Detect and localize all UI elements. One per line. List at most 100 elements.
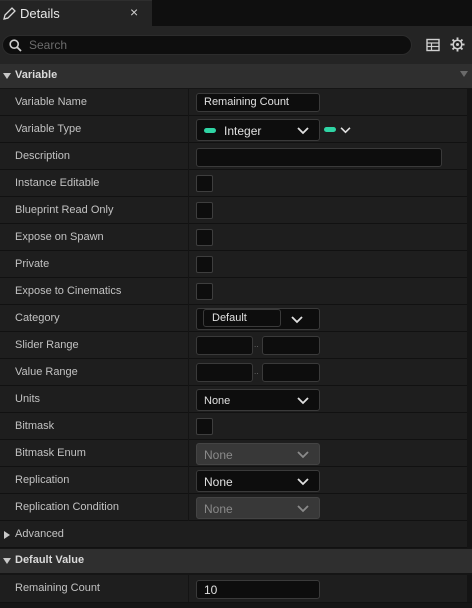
bitmask-enum-value: None — [204, 448, 233, 462]
private-checkbox[interactable] — [196, 256, 213, 273]
variable-name-label: Variable Name — [15, 96, 87, 108]
scroll-gutter — [467, 170, 472, 197]
row-replication-condition: Replication Condition None — [0, 494, 472, 521]
category-label: Category — [15, 312, 60, 324]
slider-range-max-input[interactable] — [262, 336, 320, 355]
blueprint-read-only-checkbox[interactable] — [196, 202, 213, 219]
gear-icon[interactable] — [450, 37, 465, 52]
collapse-arrow-icon — [3, 73, 11, 79]
column-divider — [188, 197, 189, 224]
column-divider — [188, 440, 189, 467]
expose-on-spawn-checkbox[interactable] — [196, 229, 213, 246]
expand-arrow-icon — [4, 531, 10, 539]
chevron-down-icon — [297, 505, 309, 513]
scroll-gutter — [467, 305, 472, 332]
tab-bar: Details × — [0, 0, 472, 26]
container-type-pill-icon[interactable] — [324, 127, 336, 132]
units-label: Units — [15, 393, 41, 405]
scroll-gutter — [467, 332, 472, 359]
type-pill-icon — [204, 128, 216, 133]
description-input[interactable] — [196, 148, 442, 167]
slider-range-min-input[interactable] — [196, 336, 253, 355]
replication-label: Replication — [15, 474, 70, 486]
row-private: Private — [0, 251, 472, 278]
scroll-gutter — [467, 440, 472, 467]
expose-to-cinematics-label: Expose to Cinematics — [15, 285, 122, 297]
blueprint-read-only-label: Blueprint Read Only — [15, 204, 114, 216]
chevron-down-icon — [291, 316, 303, 324]
value-range-min-input[interactable] — [196, 363, 253, 382]
bitmask-enum-label: Bitmask Enum — [15, 447, 86, 459]
units-dropdown[interactable]: None — [196, 389, 320, 411]
row-category: Category Default — [0, 305, 472, 332]
row-slider-range: Slider Range .. — [0, 332, 472, 359]
advanced-label: Advanced — [15, 528, 64, 540]
scroll-gutter — [467, 278, 472, 305]
value-range-max-input[interactable] — [262, 363, 320, 382]
expose-to-cinematics-checkbox[interactable] — [196, 283, 213, 300]
row-value-range: Value Range .. — [0, 359, 472, 386]
row-variable-type: Variable Type Integer — [0, 116, 472, 143]
section-default-value-label: Default Value — [15, 554, 85, 566]
replication-dropdown[interactable]: None — [196, 470, 320, 492]
bitmask-checkbox[interactable] — [196, 418, 213, 435]
scroll-gutter — [467, 575, 472, 602]
scroll-gutter — [467, 494, 472, 521]
column-divider — [188, 413, 189, 440]
value-range-separator: .. — [254, 367, 259, 376]
scroll-gutter — [467, 116, 472, 143]
remaining-count-label: Remaining Count — [15, 582, 100, 594]
table-icon[interactable] — [426, 38, 440, 52]
scroll-gutter — [467, 251, 472, 278]
slider-range-separator: .. — [254, 340, 259, 349]
replication-condition-label: Replication Condition — [15, 501, 119, 513]
scroll-gutter — [467, 89, 472, 116]
tab-details[interactable]: Details × — [0, 0, 152, 26]
replication-value: None — [204, 475, 233, 489]
collapse-arrow-icon — [460, 71, 468, 77]
advanced-expander[interactable]: Advanced — [0, 521, 472, 548]
row-replication: Replication None — [0, 467, 472, 494]
section-variable-label: Variable — [15, 69, 58, 81]
variable-type-label: Variable Type — [15, 123, 82, 135]
row-bitmask-enum: Bitmask Enum None — [0, 440, 472, 467]
instance-editable-checkbox[interactable] — [196, 175, 213, 192]
row-units: Units None — [0, 386, 472, 413]
units-value: None — [204, 395, 231, 407]
column-divider — [188, 386, 189, 413]
slider-range-label: Slider Range — [15, 339, 79, 351]
chevron-down-icon[interactable] — [340, 126, 351, 134]
column-divider — [188, 305, 189, 332]
variable-name-input[interactable]: Remaining Count — [196, 93, 320, 112]
column-divider — [188, 359, 189, 386]
row-description: Description — [0, 143, 472, 170]
remaining-count-input[interactable]: 10 — [196, 580, 320, 599]
replication-condition-dropdown[interactable]: None — [196, 497, 320, 519]
column-divider — [188, 575, 189, 602]
private-label: Private — [15, 258, 50, 270]
bitmask-enum-dropdown[interactable]: None — [196, 443, 320, 465]
search-input[interactable] — [29, 37, 399, 53]
chevron-down-icon — [297, 397, 309, 405]
column-divider — [188, 251, 189, 278]
column-divider — [188, 332, 189, 359]
chevron-down-icon — [297, 451, 309, 459]
category-dropdown[interactable]: Default — [196, 308, 320, 330]
expose-on-spawn-label: Expose on Spawn — [15, 231, 104, 243]
column-divider — [188, 89, 189, 116]
scroll-gutter — [467, 413, 472, 440]
close-icon[interactable]: × — [130, 5, 138, 19]
column-divider — [188, 143, 189, 170]
column-divider — [188, 116, 189, 143]
section-variable[interactable]: Variable — [0, 64, 472, 88]
search-field[interactable] — [2, 35, 412, 55]
variable-type-dropdown[interactable]: Integer — [196, 119, 320, 141]
chevron-down-icon — [297, 478, 309, 486]
category-input[interactable]: Default — [203, 309, 281, 327]
row-remaining-count: Remaining Count 10 — [0, 575, 472, 603]
instance-editable-label: Instance Editable — [15, 177, 100, 189]
tab-title: Details — [20, 6, 60, 21]
section-default-value[interactable]: Default Value — [0, 549, 472, 573]
row-expose-on-spawn: Expose on Spawn — [0, 224, 472, 251]
row-blueprint-read-only: Blueprint Read Only — [0, 197, 472, 224]
